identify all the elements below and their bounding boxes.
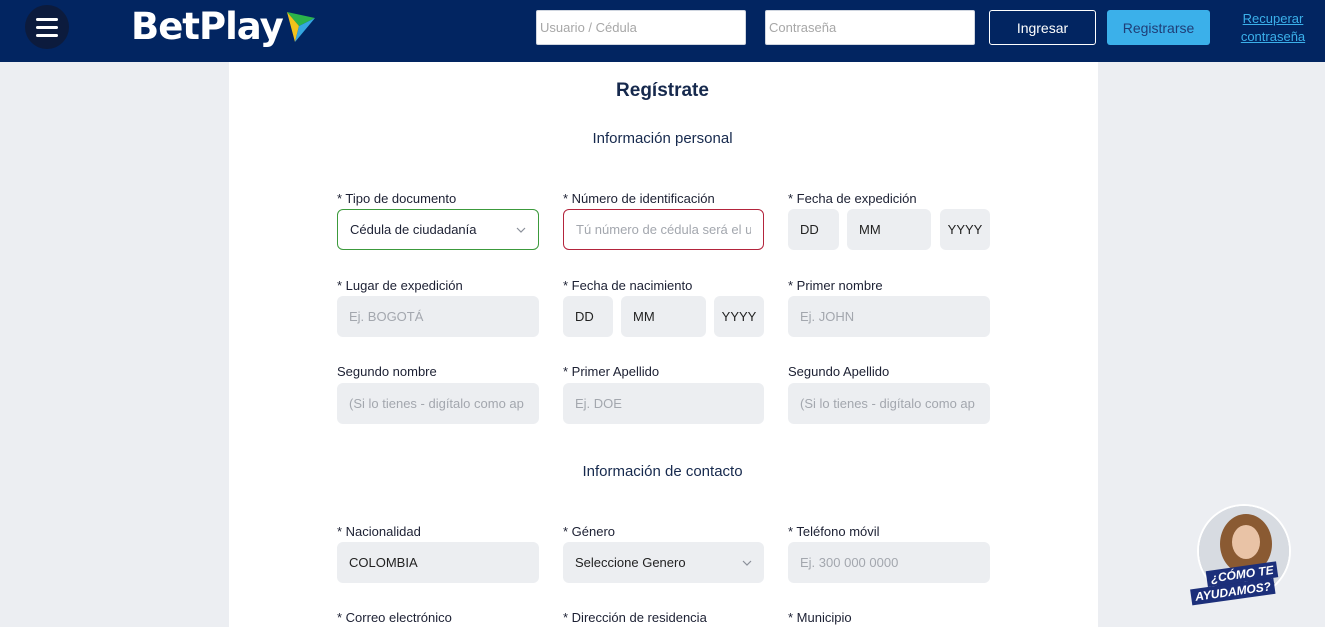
top-navbar: BetPlay Ingresar Registrarse Recuperar c… <box>0 0 1325 62</box>
year-placeholder: YYYY <box>947 222 983 237</box>
nationality-label: * Nacionalidad <box>337 524 421 539</box>
issue-place-label: * Lugar de expedición <box>337 278 463 293</box>
first-name-placeholder: Ej. JOHN <box>800 309 855 324</box>
recover-line1: Recuperar <box>1242 11 1304 26</box>
id-number-placeholder: Tú número de cédula será el u <box>576 222 751 237</box>
doc-type-label: * Tipo de documento <box>337 191 457 206</box>
gender-select[interactable]: Seleccione Genero <box>563 542 764 583</box>
chevron-down-icon <box>516 227 526 233</box>
page-title: Regístrate <box>616 80 709 101</box>
birth-date-year[interactable]: YYYY <box>714 296 764 337</box>
month-placeholder: MM <box>633 309 655 324</box>
day-placeholder: DD <box>800 222 819 237</box>
chevron-down-icon <box>742 560 752 566</box>
gender-value: Seleccione Genero <box>575 555 686 570</box>
logo-text: BetPlay <box>131 4 284 48</box>
nationality-value: COLOMBIA <box>349 555 418 570</box>
second-surname-label: Segundo Apellido <box>788 364 890 379</box>
menu-icon-bar <box>36 33 58 37</box>
help-chat-widget[interactable]: ¿CÓMO TE AYUDAMOS? <box>1188 502 1300 608</box>
id-number-label: * Número de identificación <box>563 191 715 206</box>
month-placeholder: MM <box>859 222 881 237</box>
recover-password-link[interactable]: Recuperar contraseña <box>1236 10 1310 46</box>
address-label: * Dirección de residencia <box>563 610 707 625</box>
first-name-input[interactable]: Ej. JOHN <box>788 296 990 337</box>
first-name-label: * Primer nombre <box>788 278 883 293</box>
issue-place-input[interactable]: Ej. BOGOTÁ <box>337 296 539 337</box>
issue-date-label: * Fecha de expedición <box>788 191 917 206</box>
hamburger-menu-button[interactable] <box>25 5 69 49</box>
issue-date-year[interactable]: YYYY <box>940 209 990 250</box>
second-surname-input[interactable]: (Si lo tienes - digítalo como ap <box>788 383 990 424</box>
issue-date-month[interactable]: MM <box>847 209 931 250</box>
issue-date-day[interactable]: DD <box>788 209 839 250</box>
id-number-input[interactable]: Tú número de cédula será el u <box>563 209 764 250</box>
nationality-input[interactable]: COLOMBIA <box>337 542 539 583</box>
betplay-logo[interactable]: BetPlay <box>131 4 319 48</box>
birth-date-month[interactable]: MM <box>621 296 706 337</box>
menu-icon-bar <box>36 17 58 21</box>
doc-type-value: Cédula de ciudadanía <box>350 222 477 237</box>
recover-line2: contraseña <box>1240 29 1306 44</box>
second-surname-placeholder: (Si lo tienes - digítalo como ap <box>800 396 975 411</box>
mobile-placeholder: Ej. 300 000 0000 <box>800 555 899 570</box>
second-name-input[interactable]: (Si lo tienes - digítalo como ap <box>337 383 539 424</box>
login-button[interactable]: Ingresar <box>989 10 1096 45</box>
doc-type-select[interactable]: Cédula de ciudadanía <box>337 209 539 250</box>
municipality-label: * Municipio <box>788 610 852 625</box>
email-label: * Correo electrónico <box>337 610 452 625</box>
birth-date-day[interactable]: DD <box>563 296 613 337</box>
second-name-label: Segundo nombre <box>337 364 437 379</box>
issue-place-placeholder: Ej. BOGOTÁ <box>349 309 424 324</box>
gender-label: * Género <box>563 524 616 539</box>
second-name-placeholder: (Si lo tienes - digítalo como ap <box>349 396 524 411</box>
first-surname-label: * Primer Apellido <box>563 364 660 379</box>
menu-icon-bar <box>36 25 58 29</box>
first-surname-placeholder: Ej. DOE <box>575 396 622 411</box>
password-input[interactable] <box>765 10 975 45</box>
username-input[interactable] <box>536 10 746 45</box>
contact-info-heading: Información de contacto <box>582 463 743 480</box>
year-placeholder: YYYY <box>721 309 757 324</box>
logo-play-icon <box>286 12 315 42</box>
mobile-label: * Teléfono móvil <box>788 524 880 539</box>
register-button[interactable]: Registrarse <box>1107 10 1210 45</box>
mobile-input[interactable]: Ej. 300 000 0000 <box>788 542 990 583</box>
personal-info-heading: Información personal <box>592 130 733 147</box>
first-surname-input[interactable]: Ej. DOE <box>563 383 764 424</box>
birth-date-label: * Fecha de nacimiento <box>563 278 693 293</box>
day-placeholder: DD <box>575 309 594 324</box>
